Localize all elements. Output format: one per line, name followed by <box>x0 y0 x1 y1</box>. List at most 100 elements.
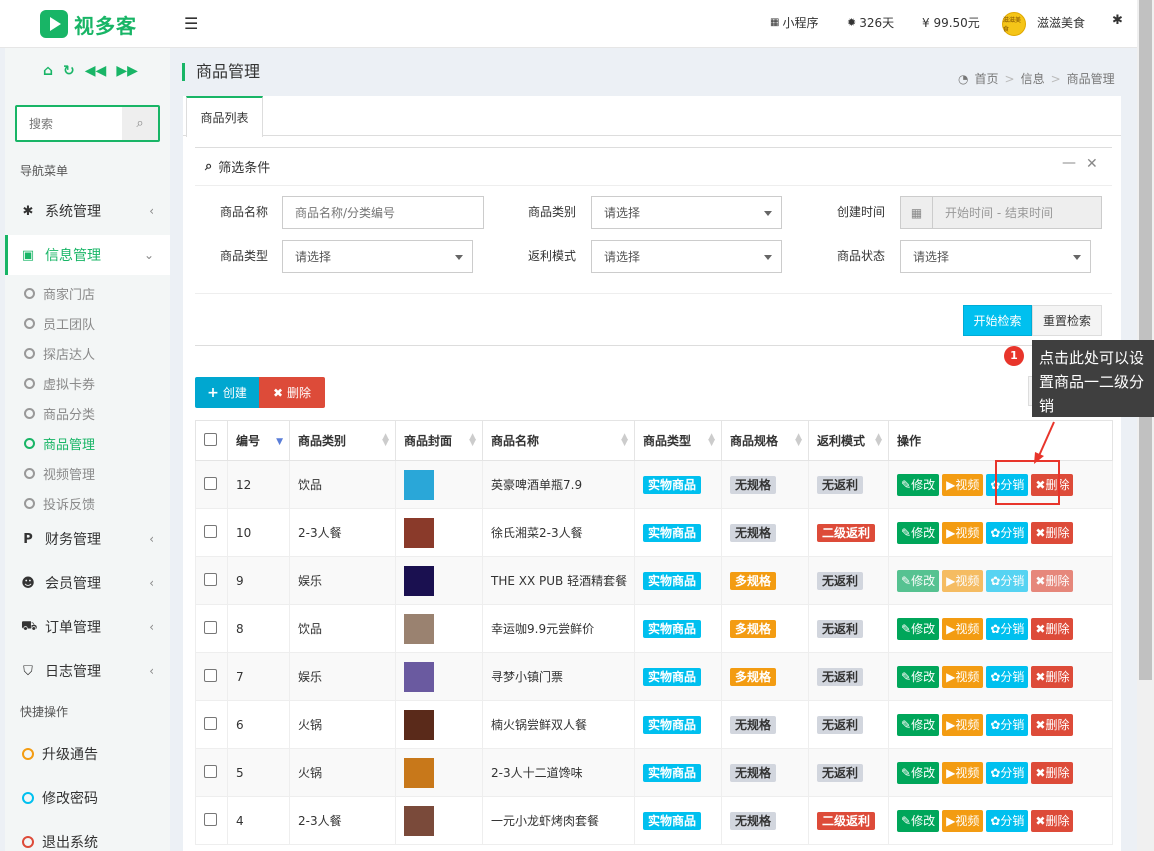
distribution-button[interactable]: ✿分销 <box>986 569 1029 592</box>
submenu-category[interactable]: 商品分类 <box>24 404 95 423</box>
batch-delete-button[interactable]: ✖ 删除 <box>259 377 325 408</box>
collapse-icon[interactable]: — <box>1062 155 1076 171</box>
distribution-button[interactable]: ✿分销 <box>986 617 1029 640</box>
video-button[interactable]: ▶视频 <box>942 569 984 592</box>
row-checkbox[interactable] <box>204 764 217 778</box>
quick-upgrade[interactable]: 升级通告 <box>22 744 98 764</box>
submenu-voucher[interactable]: 虚拟卡券 <box>24 374 95 393</box>
brand-logo[interactable]: 视多客 <box>40 10 137 38</box>
row-checkbox[interactable] <box>204 572 217 586</box>
quick-password[interactable]: 修改密码 <box>22 788 98 808</box>
sidebar-item-order[interactable]: ⛟ 订单管理 ‹ <box>5 607 170 647</box>
edit-button[interactable]: ✎修改 <box>897 809 940 832</box>
goods-cover-image[interactable] <box>404 805 434 836</box>
goods-cover-image[interactable] <box>404 757 434 788</box>
rebate-mode-select[interactable]: 请选择 <box>591 240 782 273</box>
row-checkbox[interactable] <box>204 620 217 634</box>
settings-gear-icon[interactable]: ✱ <box>1112 13 1123 28</box>
sidebar-item-member[interactable]: ☻ 会员管理 ‹ <box>5 563 170 603</box>
col-name[interactable]: 商品名称 ▲ ▼ <box>482 420 635 461</box>
edit-button[interactable]: ✎修改 <box>897 761 940 784</box>
row-checkbox[interactable] <box>204 524 217 538</box>
submenu-goods[interactable]: 商品管理 <box>24 434 95 453</box>
start-search-button[interactable]: 开始检索 <box>963 305 1032 336</box>
username[interactable]: 滋滋美食 <box>1037 14 1085 31</box>
goods-cover-image[interactable] <box>404 469 434 500</box>
col-id[interactable]: 编号 ▼ <box>227 420 290 461</box>
mini-program-link[interactable]: ▦ 小程序 <box>770 14 818 31</box>
delete-button[interactable]: ✖删除 <box>1031 761 1074 784</box>
edit-button[interactable]: ✎修改 <box>897 521 940 544</box>
goods-category-select[interactable]: 请选择 <box>591 196 782 229</box>
delete-button[interactable]: ✖删除 <box>1031 665 1074 688</box>
video-button[interactable]: ▶视频 <box>942 761 984 784</box>
goods-cover-image[interactable] <box>404 709 434 740</box>
sidebar-item-log[interactable]: ⛉ 日志管理 ‹ <box>5 651 170 691</box>
avatar[interactable]: 滋滋美食 <box>1002 12 1026 36</box>
search-icon[interactable]: ⌕ <box>122 107 158 140</box>
delete-button[interactable]: ✖删除 <box>1031 521 1074 544</box>
row-checkbox[interactable] <box>204 476 217 490</box>
refresh-icon[interactable]: ↻ <box>63 63 75 79</box>
breadcrumb-home[interactable]: 首页 <box>974 70 998 87</box>
submenu-video[interactable]: 视频管理 <box>24 464 95 483</box>
col-category[interactable]: 商品类别 ▲ ▼ <box>289 420 396 461</box>
delete-button[interactable]: ✖删除 <box>1031 713 1074 736</box>
col-type[interactable]: 商品类型 ▲ ▼ <box>634 420 722 461</box>
distribution-button[interactable]: ✿分销 <box>986 809 1029 832</box>
video-button[interactable]: ▶视频 <box>942 521 984 544</box>
goods-status-select[interactable]: 请选择 <box>900 240 1091 273</box>
col-rebate[interactable]: 返利模式 ▲ ▼ <box>808 420 889 461</box>
submenu-explorer[interactable]: 探店达人 <box>24 344 95 363</box>
delete-button[interactable]: ✖删除 <box>1031 569 1074 592</box>
distribution-button[interactable]: ✿分销 <box>986 521 1029 544</box>
video-button[interactable]: ▶视频 <box>942 713 984 736</box>
edit-button[interactable]: ✎修改 <box>897 665 940 688</box>
goods-name-input[interactable] <box>282 196 484 229</box>
sidebar-item-finance[interactable]: P 财务管理 ‹ <box>5 519 170 559</box>
video-button[interactable]: ▶视频 <box>942 665 984 688</box>
row-checkbox[interactable] <box>204 668 217 682</box>
reset-search-button[interactable]: 重置检索 <box>1032 305 1102 336</box>
video-button[interactable]: ▶视频 <box>942 473 984 496</box>
home-icon[interactable]: ⌂ <box>43 63 53 79</box>
create-time-range[interactable]: ▦ 开始时间 - 结束时间 <box>900 196 1102 229</box>
menu-toggle-icon[interactable]: ☰ <box>184 14 198 33</box>
create-button[interactable]: + 创建 <box>195 377 259 408</box>
breadcrumb-info[interactable]: 信息 <box>1021 70 1045 87</box>
sidebar-search-input[interactable] <box>17 107 122 140</box>
distribution-button[interactable]: ✿分销 <box>986 713 1029 736</box>
edit-button[interactable]: ✎修改 <box>897 713 940 736</box>
edit-button[interactable]: ✎修改 <box>897 617 940 640</box>
backward-icon[interactable]: ◀◀ <box>85 63 107 79</box>
delete-button[interactable]: ✖删除 <box>1031 809 1074 832</box>
distribution-button[interactable]: ✿分销 <box>986 665 1029 688</box>
tab-goods-list[interactable]: 商品列表 <box>186 96 263 137</box>
close-icon[interactable]: ✕ <box>1086 156 1098 172</box>
video-button[interactable]: ▶视频 <box>942 809 984 832</box>
submenu-staff[interactable]: 员工团队 <box>24 314 95 333</box>
goods-cover-image[interactable] <box>404 613 434 644</box>
col-spec[interactable]: 商品规格 ▲ ▼ <box>721 420 809 461</box>
quick-logout[interactable]: 退出系统 <box>22 832 98 851</box>
video-button[interactable]: ▶视频 <box>942 617 984 640</box>
sidebar-item-info[interactable]: ▣ 信息管理 ⌄ <box>5 235 170 275</box>
account-balance[interactable]: ¥ 99.50元 <box>922 14 980 31</box>
col-cover[interactable]: 商品封面 ▲ ▼ <box>395 420 483 461</box>
days-remaining[interactable]: ✹ 326天 <box>847 14 894 31</box>
forward-icon[interactable]: ▶▶ <box>116 63 138 79</box>
submenu-store[interactable]: 商家门店 <box>24 284 95 303</box>
goods-cover-image[interactable] <box>404 565 434 596</box>
distribution-button[interactable]: ✿分销 <box>986 761 1029 784</box>
submenu-complaint[interactable]: 投诉反馈 <box>24 494 95 513</box>
goods-type-select[interactable]: 请选择 <box>282 240 473 273</box>
goods-cover-image[interactable] <box>404 661 434 692</box>
goods-cover-image[interactable] <box>404 517 434 548</box>
page-scrollbar[interactable] <box>1137 0 1154 851</box>
row-checkbox[interactable] <box>204 716 217 730</box>
select-all-checkbox[interactable] <box>204 432 217 446</box>
delete-button[interactable]: ✖删除 <box>1031 617 1074 640</box>
edit-button[interactable]: ✎修改 <box>897 473 940 496</box>
sidebar-item-system[interactable]: ✱ 系统管理 ‹ <box>5 191 170 231</box>
row-checkbox[interactable] <box>204 812 217 826</box>
